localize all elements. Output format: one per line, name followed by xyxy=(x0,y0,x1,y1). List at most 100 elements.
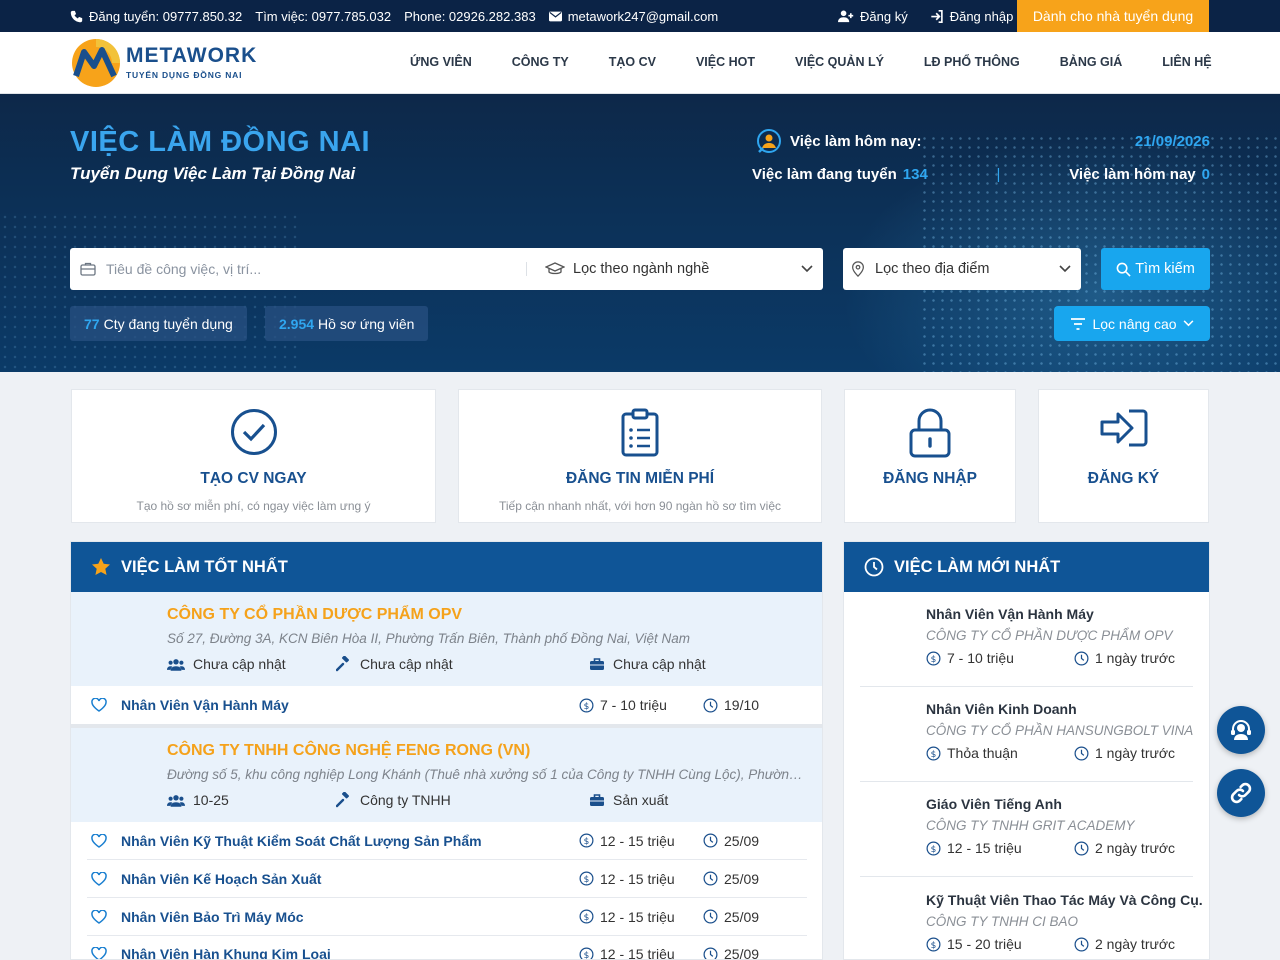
job-title[interactable]: Nhân Viên Kỹ Thuật Kiểm Soát Chất Lượng … xyxy=(121,833,579,849)
search-button[interactable]: Tìm kiếm xyxy=(1101,248,1210,290)
latest-job-title[interactable]: Giáo Viên Tiếng Anh xyxy=(926,796,1062,812)
job-counts: Việc làm đang tuyển 134 | Việc làm hôm na… xyxy=(752,166,1210,183)
company-block: CÔNG TY TNHH CÔNG NGHỆ FENG RONG (VN) Đư… xyxy=(71,728,822,822)
company-size-value: 10-25 xyxy=(193,792,229,808)
nav-item-viec-quan-ly[interactable]: VIỆC QUẢN LÝ xyxy=(775,55,904,69)
job-deadline: 25/09 xyxy=(703,871,759,887)
active-jobs-label: Việc làm đang tuyển xyxy=(752,166,897,183)
job-row[interactable]: Nhân Viên Vận Hành Máy $7 - 10 triệu 19/… xyxy=(87,686,807,724)
latest-job-title[interactable]: Kỹ Thuật Viên Thao Tác Máy Và Công Cụ. xyxy=(926,892,1203,908)
cv-count-badge[interactable]: 2.954 Hồ sơ ứng viên xyxy=(265,306,429,341)
job-title[interactable]: Nhân Viên Vận Hành Máy xyxy=(121,697,579,713)
job-row[interactable]: Nhân Viên Bảo Trì Máy Móc $12 - 15 triệu… xyxy=(87,898,807,936)
nav-item-tao-cv[interactable]: TẠO CV xyxy=(589,55,676,69)
create-cv-card[interactable]: TẠO CV NGAY Tạo hồ sơ miễn phí, có ngay … xyxy=(71,389,436,523)
latest-job-item[interactable]: Kỹ Thuật Viên Thao Tác Máy Và Công Cụ. C… xyxy=(860,878,1203,959)
hero-subtitle: Tuyển Dụng Việc Làm Tại Đồng Nai xyxy=(70,164,356,183)
sign-in-arrow-icon xyxy=(1100,409,1147,447)
login-card[interactable]: ĐĂNG NHẬP xyxy=(844,389,1016,523)
job-title[interactable]: Nhân Viên Kế Hoạch Sản Xuất xyxy=(121,871,579,887)
job-title[interactable]: Nhân Viên Hàn Khung Kim Loại xyxy=(121,946,579,959)
share-link-float-button[interactable] xyxy=(1217,769,1265,817)
auth-links: Đăng ký Đăng nhập xyxy=(838,0,1013,32)
svg-text:$: $ xyxy=(931,940,937,950)
chevron-down-icon xyxy=(1059,265,1071,273)
search-icon xyxy=(1116,262,1131,277)
keyword-input[interactable] xyxy=(106,261,506,277)
users-icon xyxy=(167,658,185,671)
nav-item-cong-ty[interactable]: CÔNG TY xyxy=(492,55,589,69)
advanced-filter-button[interactable]: Lọc nâng cao xyxy=(1054,306,1210,341)
latest-job-item[interactable]: Nhân Viên Vận Hành Máy CÔNG TY CỔ PHẦN D… xyxy=(860,592,1193,687)
filter-icon xyxy=(1071,317,1086,330)
register-card[interactable]: ĐĂNG KÝ xyxy=(1038,389,1209,523)
today-stats: Việc làm hôm nay: 21/09/2026 xyxy=(756,128,1210,154)
favorite-heart-icon[interactable] xyxy=(87,909,121,924)
latest-job-salary: $7 - 10 triệu xyxy=(926,650,1014,666)
category-select[interactable]: Lọc theo ngành nghề xyxy=(527,261,823,277)
support-float-button[interactable] xyxy=(1217,706,1265,754)
nav-item-bang-gia[interactable]: BẢNG GIÁ xyxy=(1040,55,1143,69)
stats-separator: | xyxy=(996,166,1001,183)
companies-label: Cty đang tuyển dụng xyxy=(103,315,233,332)
latest-job-title[interactable]: Nhân Viên Vận Hành Máy xyxy=(926,606,1094,622)
deadline-value: 25/09 xyxy=(724,870,760,887)
companies-hiring-badge[interactable]: 77 Cty đang tuyển dụng xyxy=(70,306,247,341)
job-row[interactable]: Nhân Viên Kế Hoạch Sản Xuất $12 - 15 tri… xyxy=(87,860,807,898)
svg-text:$: $ xyxy=(931,749,937,759)
latest-job-item[interactable]: Giáo Viên Tiếng Anh CÔNG TY TNHH GRIT AC… xyxy=(860,782,1193,877)
nav-item-ld-pho-thong[interactable]: LĐ PHỔ THÔNG xyxy=(904,55,1040,69)
latest-job-item[interactable]: Nhân Viên Kinh Doanh CÔNG TY CỔ PHẦN HAN… xyxy=(860,687,1193,782)
cv-count: 2.954 xyxy=(279,315,315,332)
clock-icon xyxy=(1074,937,1089,951)
nav-item-viec-hot[interactable]: VIỆC HOT xyxy=(676,55,775,69)
job-title[interactable]: Nhân Viên Bảo Trì Máy Móc xyxy=(121,909,579,925)
companies-count: 77 xyxy=(84,315,100,332)
employer-button[interactable]: Dành cho nhà tuyển dụng xyxy=(1017,0,1209,32)
create-cv-icon-wrap xyxy=(72,408,435,456)
company-name[interactable]: CÔNG TY CỔ PHẦN DƯỢC PHẨM OPV xyxy=(167,606,462,624)
job-salary: $7 - 10 triệu xyxy=(579,697,703,713)
svg-text:$: $ xyxy=(931,654,937,664)
office-phone[interactable]: Phone: 02926.282.383 xyxy=(404,9,536,24)
register-link[interactable]: Đăng ký xyxy=(838,9,908,24)
latest-job-posted: 1 ngày trước xyxy=(1074,745,1175,761)
latest-jobs-panel: VIỆC LÀM MỚI NHẤT Nhân Viên Vận Hành Máy… xyxy=(843,541,1210,960)
find-job-phone[interactable]: Tìm việc: 0977.785.032 xyxy=(255,9,391,24)
job-row[interactable]: Nhân Viên Hàn Khung Kim Loại $12 - 15 tr… xyxy=(87,935,807,959)
today-jobs-label: Việc làm hôm nay xyxy=(1069,166,1196,183)
card-title: TẠO CV NGAY xyxy=(200,470,307,487)
latest-job-posted: 2 ngày trước xyxy=(1074,840,1175,856)
company-name[interactable]: CÔNG TY TNHH CÔNG NGHỆ FENG RONG (VN) xyxy=(167,742,530,760)
salary-value: 12 - 15 triệu xyxy=(600,832,675,849)
favorite-heart-icon[interactable] xyxy=(87,871,121,886)
favorite-heart-icon[interactable] xyxy=(87,947,121,959)
email-link[interactable]: metawork247@gmail.com xyxy=(548,9,718,24)
clock-icon xyxy=(864,557,884,577)
svg-text:$: $ xyxy=(584,837,590,847)
location-select[interactable]: Lọc theo địa điểm xyxy=(843,248,1081,290)
dollar-circle-icon: $ xyxy=(579,833,594,848)
company-size: Chưa cập nhật xyxy=(167,656,286,672)
login-link[interactable]: Đăng nhập xyxy=(930,9,1013,24)
nav-item-lien-he[interactable]: LIÊN HỆ xyxy=(1142,55,1231,69)
company-type-value: Chưa cập nhật xyxy=(360,656,453,672)
favorite-heart-icon[interactable] xyxy=(87,698,121,712)
svg-text:$: $ xyxy=(584,701,590,711)
register-text: Đăng ký xyxy=(860,8,908,24)
job-salary: $12 - 15 triệu xyxy=(579,871,703,887)
salary-value: Thỏa thuận xyxy=(947,745,1018,761)
job-row[interactable]: Nhân Viên Kỹ Thuật Kiểm Soát Chất Lượng … xyxy=(87,822,807,860)
svg-text:$: $ xyxy=(584,913,590,923)
post-free-icon-wrap xyxy=(459,408,821,458)
latest-job-posted: 1 ngày trước xyxy=(1074,650,1175,666)
site-logo[interactable]: METAWORK TUYỂN DỤNG ĐỒNG NAI xyxy=(70,36,257,88)
favorite-heart-icon[interactable] xyxy=(87,833,121,848)
nav-item-ung-vien[interactable]: ỨNG VIÊN xyxy=(390,55,492,69)
today-label-text: Việc làm hôm nay: xyxy=(790,132,922,150)
post-job-phone[interactable]: Đăng tuyển: 09777.850.32 xyxy=(70,9,242,24)
post-free-card[interactable]: ĐĂNG TIN MIỄN PHÍ Tiếp cận nhanh nhất, v… xyxy=(458,389,822,523)
latest-job-title[interactable]: Nhân Viên Kinh Doanh xyxy=(926,701,1077,717)
card-title: ĐĂNG TIN MIỄN PHÍ xyxy=(565,470,715,487)
search-box: Lọc theo ngành nghề xyxy=(70,248,823,290)
